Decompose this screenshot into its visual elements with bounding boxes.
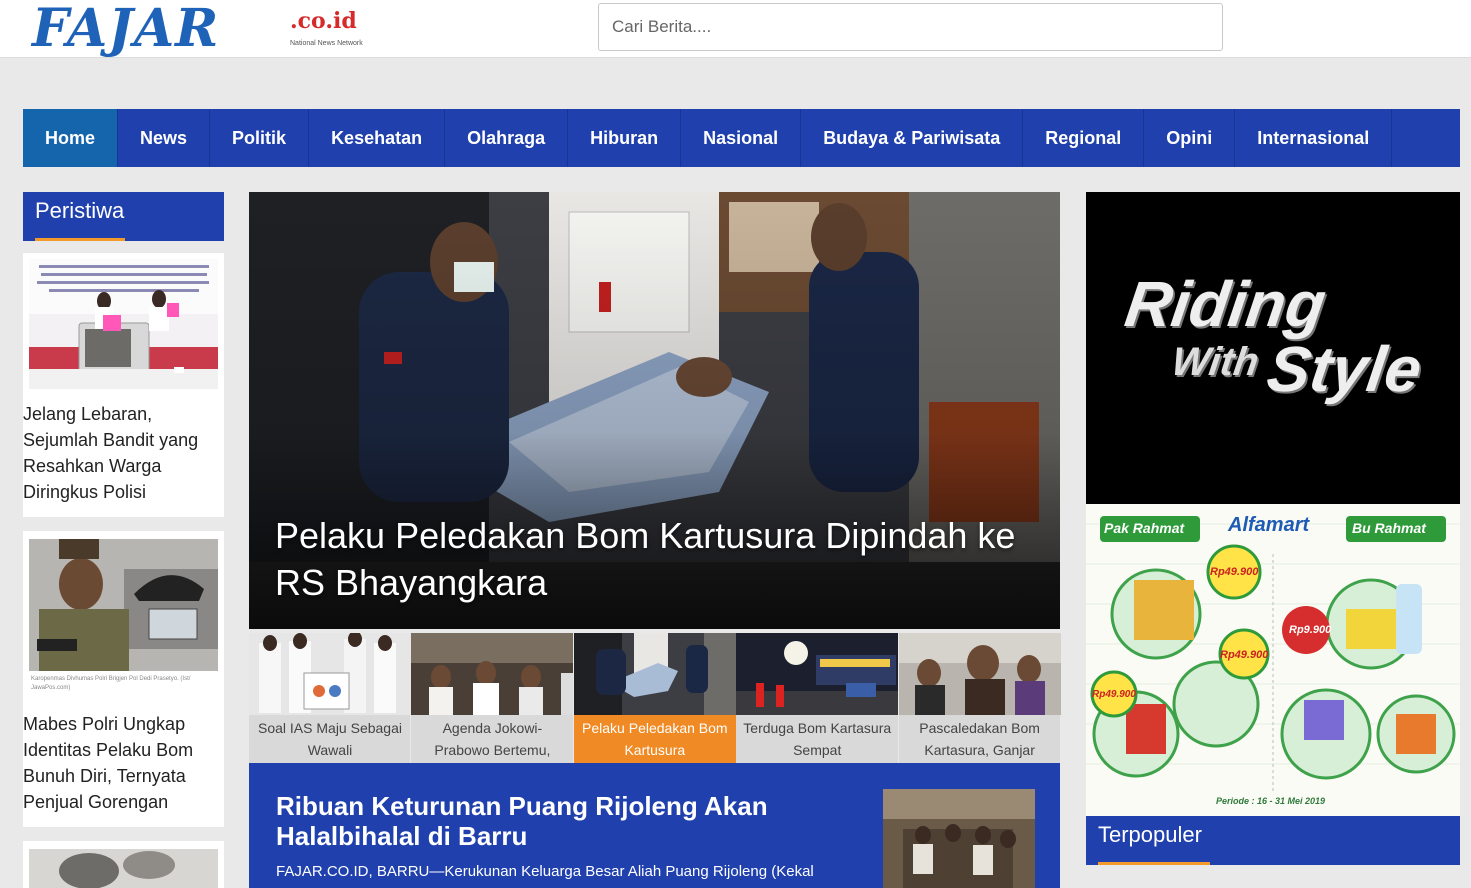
nav-item-budaya-pariwisata[interactable]: Budaya & Pariwisata: [801, 109, 1024, 167]
sidebar-article[interactable]: Karopenmas Divhumas Polri Brigjen Pol De…: [23, 531, 224, 827]
featured-title[interactable]: Ribuan Keturunan Puang Rijoleng Akan Hal…: [276, 791, 836, 851]
thumb-image: [411, 633, 574, 715]
featured-image[interactable]: [883, 789, 1035, 888]
logo-wordmark: FAJAR: [32, 0, 220, 59]
heading-underline: [1098, 862, 1210, 865]
sidebar-article[interactable]: Jelang Lebaran, Sejumlah Bandit yang Res…: [23, 253, 224, 517]
thumb-caption: Pascaledakan Bom Kartasura, Ganjar: [919, 720, 1040, 758]
ad-graphic: [1086, 504, 1460, 816]
nav-item-politik[interactable]: Politik: [210, 109, 310, 167]
nav-item-regional[interactable]: Regional: [1023, 109, 1145, 167]
ad-text: Riding: [1120, 268, 1331, 340]
site-logo[interactable]: FAJAR .co.id National News Network: [32, 0, 372, 59]
thumb-image: [736, 633, 899, 715]
ad-price: Rp49.900: [1092, 689, 1136, 700]
sidebar-title: Peristiwa: [35, 198, 125, 223]
nav-item-opini[interactable]: Opini: [1144, 109, 1236, 167]
article-thumbnail[interactable]: [29, 539, 218, 671]
nav-item-kesehatan[interactable]: Kesehatan: [309, 109, 446, 167]
nav-item-nasional[interactable]: Nasional: [681, 109, 802, 167]
logo-suffix: .co.id: [290, 8, 357, 34]
heading-underline: [35, 238, 125, 241]
main-nav: Home News Politik Kesehatan Olahraga Hib…: [23, 109, 1460, 167]
thumb-image: [573, 633, 736, 715]
ad-brand-center: Alfamart: [1228, 514, 1310, 536]
ad-price: Rp49.900: [1220, 649, 1269, 661]
alfamart-advertisement[interactable]: Pak Rahmat Alfamart Bu Rahmat Rp49.900 R…: [1086, 504, 1460, 816]
thumb-item-active[interactable]: Pelaku Peledakan Bom Kartusura: [573, 633, 736, 763]
thumb-caption: Terduga Bom Kartasura Sempat: [743, 720, 892, 758]
article-thumbnail[interactable]: [29, 259, 218, 389]
hero-title[interactable]: Pelaku Peledakan Bom Kartusura Dipindah …: [275, 512, 1035, 606]
search-input[interactable]: [598, 3, 1223, 51]
image-caption: Karopenmas Divhumas Polri Brigjen Pol De…: [31, 676, 191, 691]
headline-thumbnails: Soal IAS Maju Sebagai Wawali Agenda Joko…: [249, 633, 1061, 763]
thumb-item[interactable]: Soal IAS Maju Sebagai Wawali: [249, 633, 411, 763]
thumb-image: [898, 633, 1061, 715]
article-title[interactable]: Mabes Polri Ungkap Identitas Pelaku Bom …: [23, 711, 223, 815]
advertisement-banner[interactable]: Riding With Style: [1086, 192, 1460, 504]
ad-text: With: [1168, 340, 1262, 384]
ad-price: Rp9.900: [1289, 624, 1332, 636]
ad-price: Rp49.900: [1210, 566, 1259, 578]
logo-tagline: National News Network: [290, 40, 363, 47]
thumb-image: [249, 633, 411, 715]
sidebar-heading: Peristiwa: [23, 192, 224, 241]
nav-item-home[interactable]: Home: [23, 109, 119, 167]
thumb-item[interactable]: Agenda Jokowi-Prabowo Bertemu,: [411, 633, 574, 763]
article-title[interactable]: Jelang Lebaran, Sejumlah Bandit yang Res…: [23, 401, 223, 505]
thumb-caption: Agenda Jokowi-Prabowo Bertemu,: [434, 720, 551, 758]
article-thumbnail[interactable]: [29, 849, 218, 888]
ad-brand-left: Pak Rahmat: [1104, 520, 1185, 536]
ad-brand-right: Bu Rahmat: [1352, 520, 1426, 536]
nav-item-olahraga[interactable]: Olahraga: [445, 109, 569, 167]
nav-item-hiburan[interactable]: Hiburan: [568, 109, 682, 167]
popular-heading: Terpopuler: [1086, 816, 1460, 865]
thumb-caption: Pelaku Peledakan Bom Kartusura: [573, 715, 736, 763]
ad-text: Style: [1262, 333, 1427, 405]
sidebar-article[interactable]: [23, 841, 224, 888]
top-header: FAJAR .co.id National News Network: [0, 0, 1471, 58]
featured-article[interactable]: Ribuan Keturunan Puang Rijoleng Akan Hal…: [249, 763, 1060, 888]
nav-item-internasional[interactable]: Internasional: [1235, 109, 1393, 167]
nav-item-news[interactable]: News: [118, 109, 211, 167]
thumb-caption: Soal IAS Maju Sebagai Wawali: [258, 720, 402, 758]
headline-hero[interactable]: Pelaku Peledakan Bom Kartusura Dipindah …: [249, 192, 1060, 629]
featured-excerpt: FAJAR.CO.ID, BARRU—Kerukunan Keluarga Be…: [276, 863, 814, 880]
thumb-item[interactable]: Terduga Bom Kartasura Sempat: [736, 633, 899, 763]
thumb-item[interactable]: Pascaledakan Bom Kartasura, Ganjar: [898, 633, 1061, 763]
ad-period: Periode : 16 - 31 Mei 2019: [1216, 796, 1326, 806]
popular-title: Terpopuler: [1098, 822, 1202, 847]
